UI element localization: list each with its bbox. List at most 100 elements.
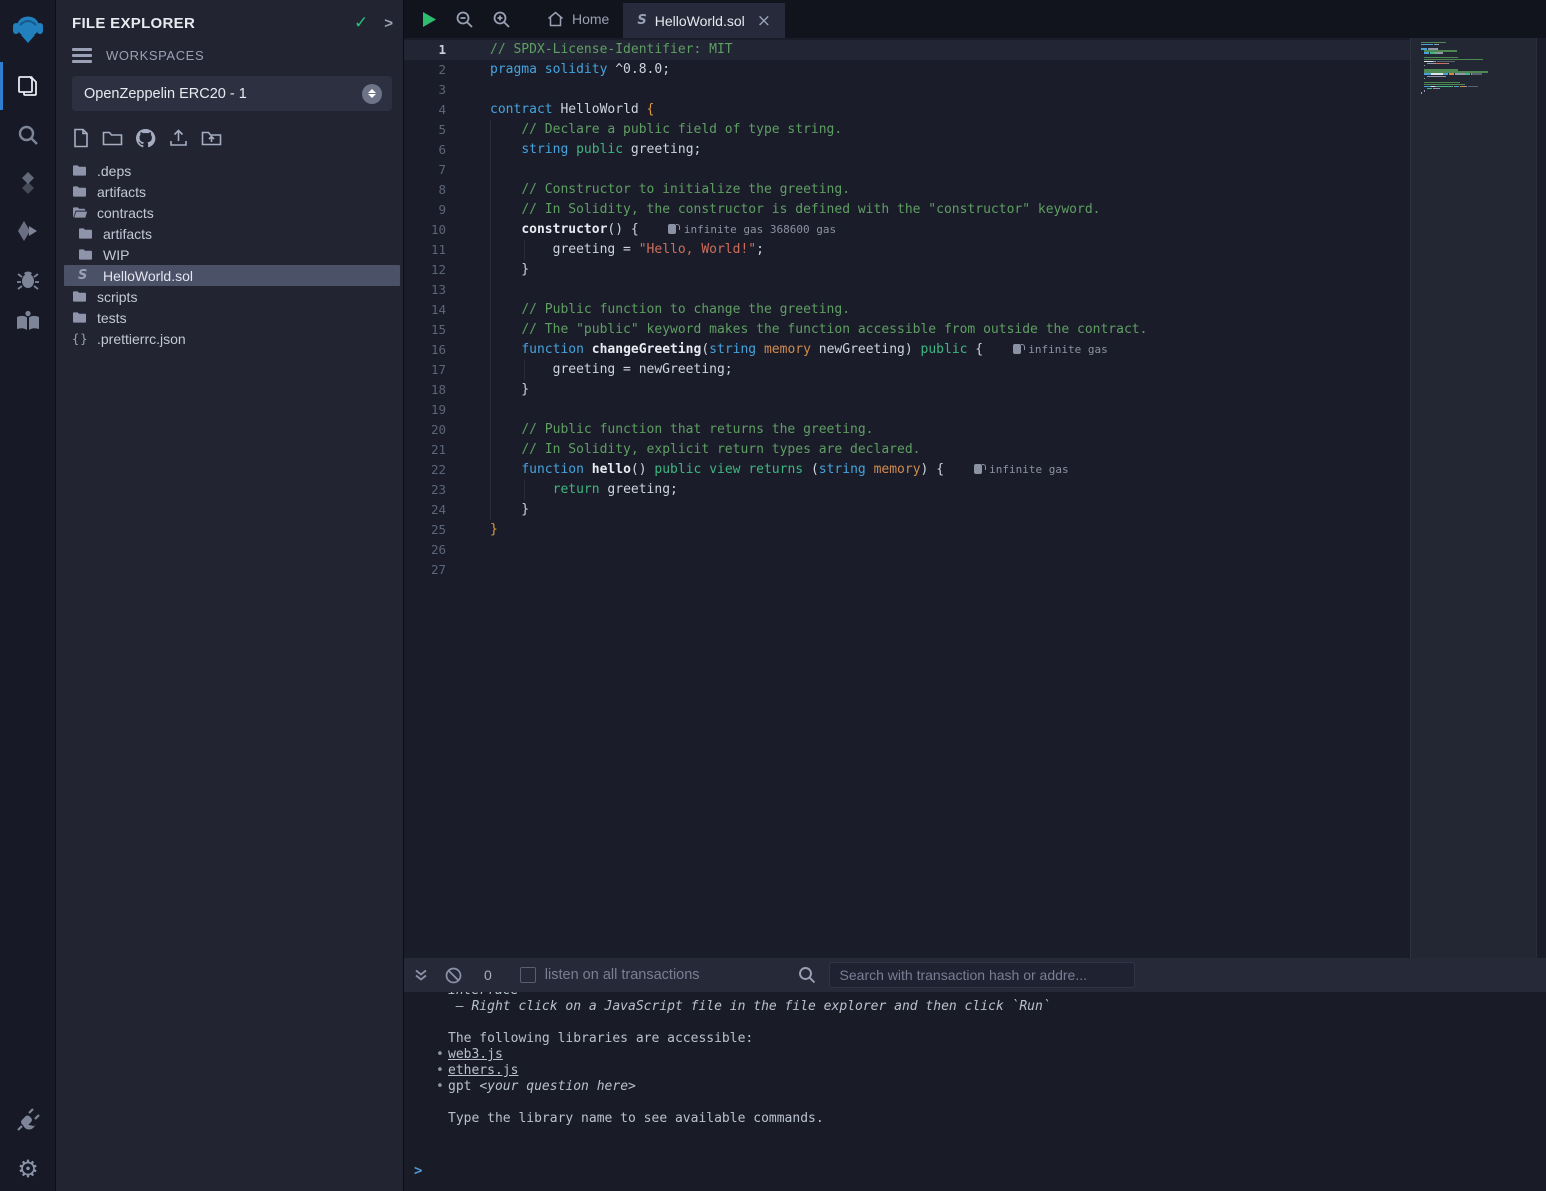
code-line-20[interactable]: 20 // Public function that returns the g… bbox=[404, 420, 1410, 440]
tree-item-wip[interactable]: WIP bbox=[56, 244, 403, 265]
debugger-icon[interactable] bbox=[0, 255, 56, 303]
editor-scrollbar[interactable] bbox=[1536, 38, 1546, 958]
web3-js-link[interactable]: web3.js bbox=[448, 1047, 503, 1062]
code-line-8[interactable]: 8 // Constructor to initialize the greet… bbox=[404, 180, 1410, 200]
code-line-19[interactable]: 19 bbox=[404, 400, 1410, 420]
ethers-js-link[interactable]: ethers.js bbox=[448, 1063, 518, 1078]
tree-item-scripts[interactable]: scripts bbox=[56, 286, 403, 307]
tree-item-helloworld-sol[interactable]: SHelloWorld.sol bbox=[64, 265, 400, 286]
tree-item-artifacts[interactable]: artifacts bbox=[56, 223, 403, 244]
code-line-10[interactable]: 10 constructor() { infinite gas 368600 g… bbox=[404, 220, 1410, 240]
minimap-column bbox=[1410, 38, 1536, 958]
tree-item-artifacts[interactable]: artifacts bbox=[56, 181, 403, 202]
terminal-line bbox=[404, 1015, 1546, 1031]
file-explorer-header: FILE EXPLORER ✓ > bbox=[72, 10, 393, 36]
learn-icon[interactable] bbox=[0, 297, 56, 345]
settings-gear-icon[interactable]: ⚙ bbox=[0, 1145, 56, 1191]
workspaces-menu-icon[interactable] bbox=[72, 48, 92, 63]
line-text: // Constructor to initialize the greetin… bbox=[490, 180, 850, 200]
code-line-2[interactable]: 2pragma solidity ^0.8.0; bbox=[404, 60, 1410, 80]
panel-expand-chevron-icon[interactable]: > bbox=[384, 15, 393, 32]
search-icon[interactable] bbox=[0, 111, 56, 159]
code-line-7[interactable]: 7 bbox=[404, 160, 1410, 180]
line-number: 17 bbox=[404, 360, 462, 380]
tab-close-icon[interactable]: × bbox=[757, 11, 771, 31]
line-text: function hello() public view returns (st… bbox=[490, 460, 1069, 480]
code-line-11[interactable]: 11 greeting = "Hello, World!"; bbox=[404, 240, 1410, 260]
workspace-select[interactable]: OpenZeppelin ERC20 - 1 bbox=[72, 76, 392, 111]
workspace-stepper-icon[interactable] bbox=[362, 84, 382, 104]
zoom-in-icon[interactable] bbox=[492, 10, 511, 29]
deploy-run-icon[interactable] bbox=[0, 207, 56, 255]
code-line-15[interactable]: 15 // The "public" keyword makes the fun… bbox=[404, 320, 1410, 340]
tab-helloworld-sol[interactable]: S HelloWorld.sol × bbox=[623, 3, 785, 38]
plugin-manager-icon[interactable] bbox=[0, 1096, 56, 1144]
terminal-output[interactable]: interface – Right click on a JavaScript … bbox=[404, 992, 1546, 1191]
zoom-out-icon[interactable] bbox=[455, 10, 474, 29]
code-line-1[interactable]: 1// SPDX-License-Identifier: MIT bbox=[404, 40, 1410, 60]
line-number: 5 bbox=[404, 120, 462, 140]
tree-item-contracts[interactable]: contracts bbox=[56, 202, 403, 223]
minimap[interactable] bbox=[1421, 42, 1529, 99]
checkmark-icon[interactable]: ✓ bbox=[354, 13, 368, 33]
solidity-compiler-icon[interactable] bbox=[0, 159, 56, 207]
line-number: 26 bbox=[404, 540, 462, 560]
code-line-13[interactable]: 13 bbox=[404, 280, 1410, 300]
terminal-prompt[interactable]: > bbox=[414, 1163, 422, 1179]
line-text: pragma solidity ^0.8.0; bbox=[490, 60, 670, 80]
code-line-6[interactable]: 6 string public greeting; bbox=[404, 140, 1410, 160]
line-text: // The "public" keyword makes the functi… bbox=[490, 320, 1147, 340]
terminal-search-input[interactable] bbox=[829, 962, 1135, 988]
terminal-line: Type the library name to see available c… bbox=[404, 1111, 1546, 1127]
line-text: greeting = newGreeting; bbox=[490, 360, 733, 380]
panel-title: FILE EXPLORER bbox=[72, 15, 354, 32]
code-line-17[interactable]: 17 greeting = newGreeting; bbox=[404, 360, 1410, 380]
code-line-5[interactable]: 5 // Declare a public field of type stri… bbox=[404, 120, 1410, 140]
upload-folder-icon[interactable] bbox=[201, 128, 222, 148]
upload-file-icon[interactable] bbox=[168, 128, 189, 148]
code-line-4[interactable]: 4contract HelloWorld { bbox=[404, 100, 1410, 120]
tree-item-label: WIP bbox=[103, 247, 129, 263]
tree-item--deps[interactable]: .deps bbox=[56, 160, 403, 181]
line-number: 7 bbox=[404, 160, 462, 180]
line-text: } bbox=[490, 260, 529, 280]
code-line-23[interactable]: 23 return greeting; bbox=[404, 480, 1410, 500]
file-explorer-panel: FILE EXPLORER ✓ > WORKSPACES OpenZeppeli… bbox=[56, 0, 404, 1191]
tab-home[interactable]: Home bbox=[533, 0, 623, 38]
folder-icon bbox=[72, 311, 89, 324]
code-line-16[interactable]: 16 function changeGreeting(string memory… bbox=[404, 340, 1410, 360]
folder-icon bbox=[72, 164, 89, 177]
collapse-terminal-icon[interactable] bbox=[414, 968, 428, 982]
code-line-21[interactable]: 21 // In Solidity, explicit return types… bbox=[404, 440, 1410, 460]
code-line-25[interactable]: 25} bbox=[404, 520, 1410, 540]
code-line-12[interactable]: 12 } bbox=[404, 260, 1410, 280]
code-line-26[interactable]: 26 bbox=[404, 540, 1410, 560]
line-text: constructor() { infinite gas 368600 gas bbox=[490, 220, 836, 240]
code-line-14[interactable]: 14 // Public function to change the gree… bbox=[404, 300, 1410, 320]
code-line-24[interactable]: 24 } bbox=[404, 500, 1410, 520]
tree-item-label: HelloWorld.sol bbox=[103, 268, 193, 284]
code-line-3[interactable]: 3 bbox=[404, 80, 1410, 100]
tree-item-tests[interactable]: tests bbox=[56, 307, 403, 328]
clear-console-icon[interactable] bbox=[445, 967, 462, 984]
tree-item-label: .prettierrc.json bbox=[97, 331, 186, 347]
code-line-9[interactable]: 9 // In Solidity, the constructor is def… bbox=[404, 200, 1410, 220]
new-folder-icon[interactable] bbox=[102, 128, 123, 148]
remix-logo-icon[interactable] bbox=[0, 6, 56, 54]
code-line-18[interactable]: 18 } bbox=[404, 380, 1410, 400]
code-line-22[interactable]: 22 function hello() public view returns … bbox=[404, 460, 1410, 480]
tree-item--prettierrc-json[interactable]: {}.prettierrc.json bbox=[56, 328, 403, 349]
code-editor[interactable]: 1// SPDX-License-Identifier: MIT2pragma … bbox=[404, 38, 1546, 958]
line-number: 22 bbox=[404, 460, 462, 480]
line-number: 23 bbox=[404, 480, 462, 500]
line-text: contract HelloWorld { bbox=[490, 100, 654, 120]
line-number: 27 bbox=[404, 560, 462, 580]
clone-github-icon[interactable] bbox=[135, 128, 156, 148]
terminal-line: – Right click on a JavaScript file in th… bbox=[404, 999, 1546, 1015]
line-number: 21 bbox=[404, 440, 462, 460]
code-line-27[interactable]: 27 bbox=[404, 560, 1410, 580]
run-script-button[interactable] bbox=[422, 11, 437, 28]
new-file-icon[interactable] bbox=[72, 128, 90, 148]
file-explorer-icon[interactable] bbox=[0, 62, 56, 110]
listen-transactions-checkbox[interactable] bbox=[520, 967, 536, 983]
